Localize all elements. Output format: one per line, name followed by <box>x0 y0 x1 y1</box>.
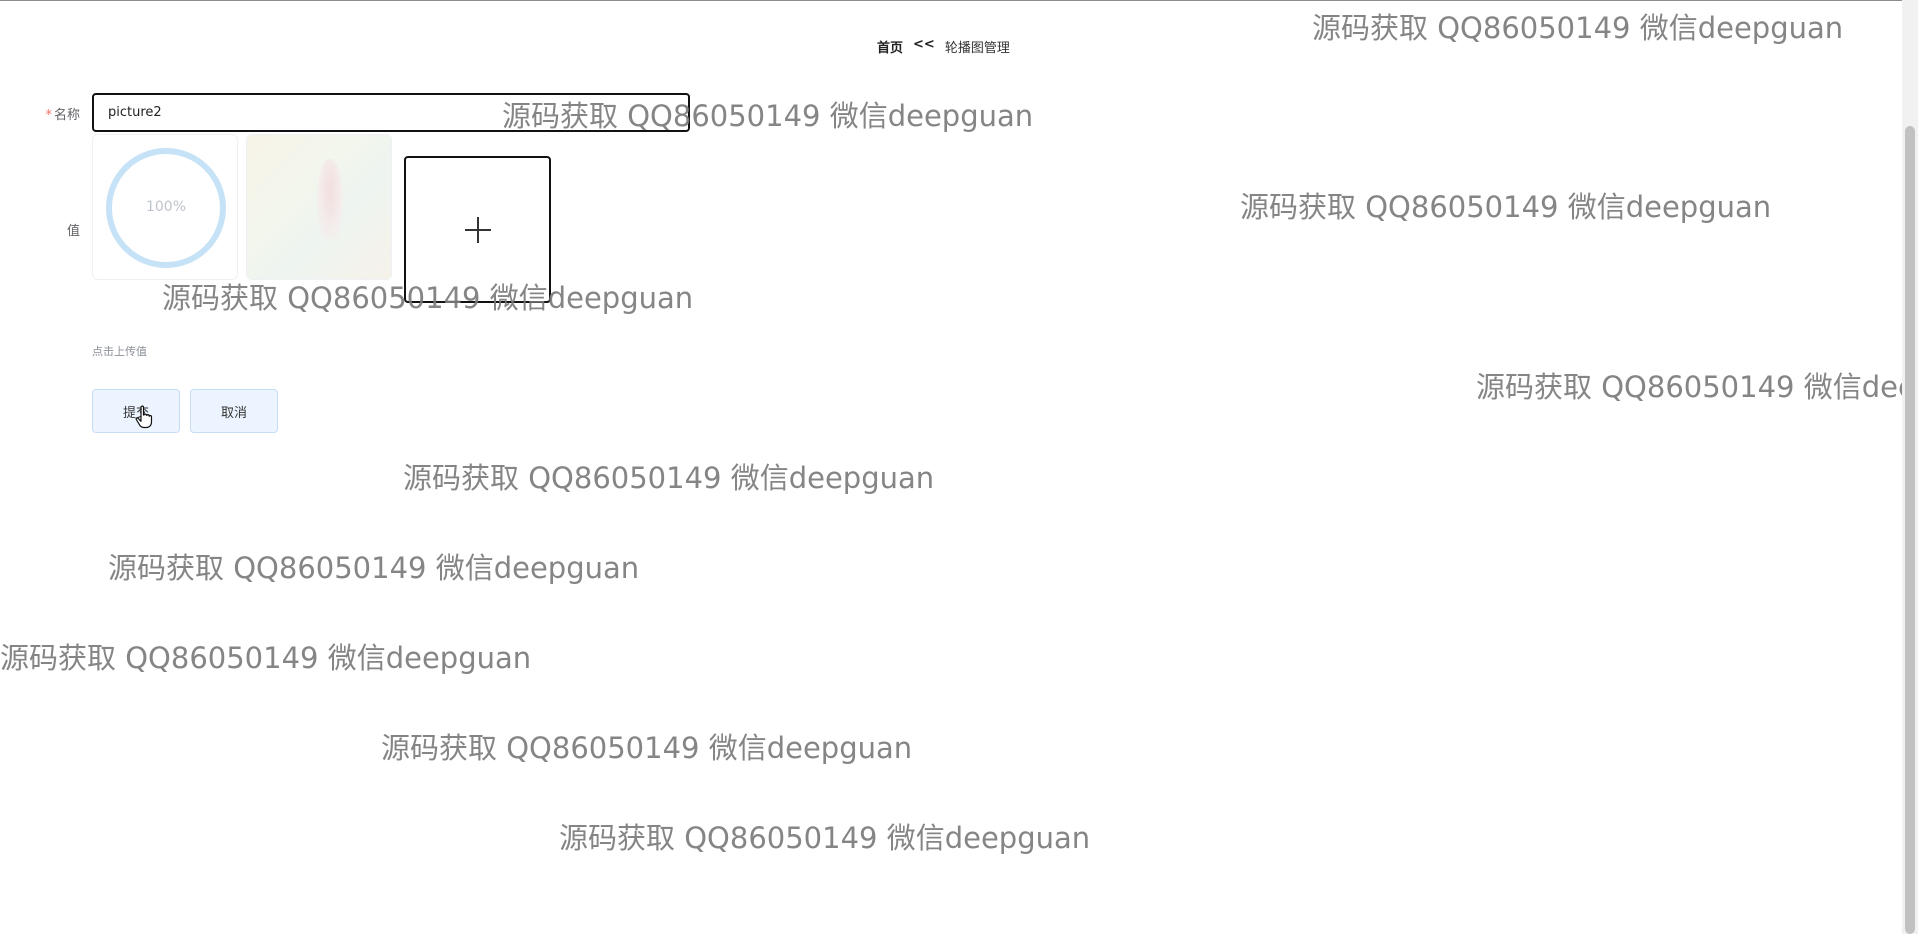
breadcrumb-separator: << <box>913 37 935 52</box>
required-mark: * <box>45 108 52 123</box>
watermark: 源码获取 QQ86050149 微信deepguan <box>559 821 1091 855</box>
hand-pointer-icon <box>135 405 153 429</box>
value-label: 值 <box>66 224 80 239</box>
watermark: 源码获取 QQ86050149 微信deepguan <box>403 461 935 495</box>
breadcrumb: 首页 << 轮播图管理 <box>877 37 1010 56</box>
name-label: * 名称 <box>20 104 80 123</box>
uploaded-image-thumbnail[interactable] <box>246 134 392 280</box>
watermark: 源码获取 QQ86050149 微信deepguan <box>0 641 532 675</box>
watermark: 源码获取 QQ86050149 微信deepguan <box>108 551 640 585</box>
watermark: 源码获取 QQ86050149 微信deepguan <box>1240 190 1772 224</box>
plus-icon <box>464 216 491 243</box>
top-border <box>0 0 1918 1</box>
upload-progress-item: 100% <box>92 134 238 280</box>
breadcrumb-current: 轮播图管理 <box>944 41 1010 56</box>
progress-text: 100% <box>145 199 187 215</box>
upload-tip: 点击上传值 <box>92 345 147 358</box>
thumbnail-figure <box>317 159 343 239</box>
watermark: 源码获取 QQ86050149 微信dee <box>1476 370 1916 404</box>
scrollbar-thumb[interactable] <box>1905 126 1915 934</box>
name-input[interactable] <box>92 93 690 132</box>
name-label-text: 名称 <box>53 108 80 123</box>
upload-button[interactable] <box>404 156 551 303</box>
breadcrumb-home[interactable]: 首页 <box>877 37 903 56</box>
watermark: 源码获取 QQ86050149 微信deepguan <box>1312 11 1844 45</box>
watermark: 源码获取 QQ86050149 微信deepguan <box>381 731 913 765</box>
cancel-button[interactable]: 取消 <box>190 389 278 433</box>
